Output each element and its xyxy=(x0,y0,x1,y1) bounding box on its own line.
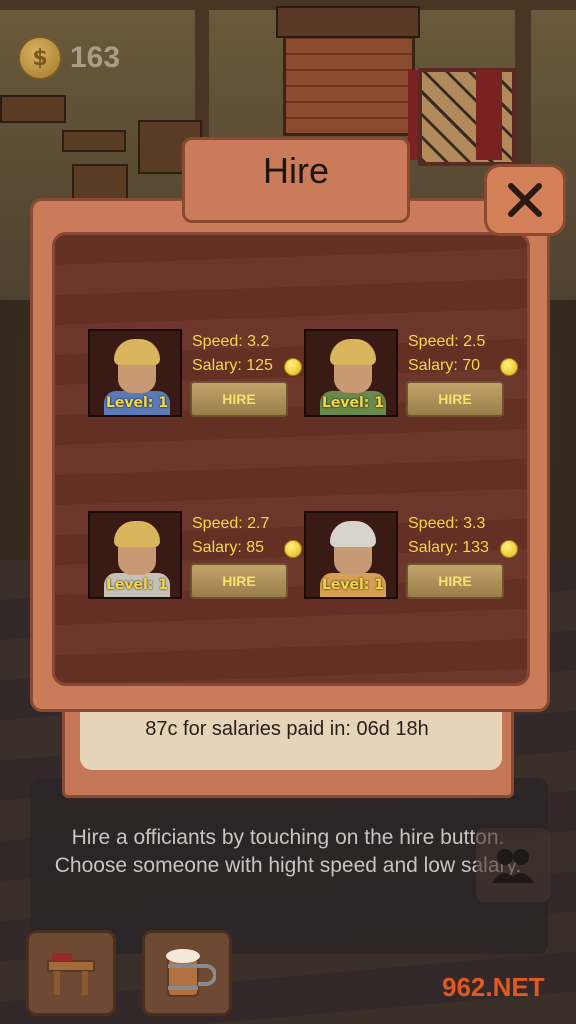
coin-icon: $ xyxy=(18,36,62,80)
hire-button[interactable]: HIRE xyxy=(406,381,504,417)
beer-mug-icon xyxy=(166,949,216,997)
candidate-speed: Speed: 2.5 xyxy=(408,333,486,350)
chimney-top xyxy=(276,6,420,38)
candidate-hair xyxy=(330,521,376,547)
candidate-portrait: Level: 1 xyxy=(88,329,182,417)
candidate-portrait: Level: 1 xyxy=(88,511,182,599)
watermark: 962.NET xyxy=(442,972,545,1002)
hire-dialog-body xyxy=(52,232,530,686)
candidate-hair xyxy=(114,521,160,547)
hire-button[interactable]: HIRE xyxy=(190,563,288,599)
candidate-speed: Speed: 3.2 xyxy=(192,333,270,350)
hire-button[interactable]: HIRE xyxy=(190,381,288,417)
coin-icon xyxy=(284,358,302,376)
candidate-salary: Salary: 133 xyxy=(408,539,489,556)
coin-icon xyxy=(284,540,302,558)
candidate-speed: Speed: 2.7 xyxy=(192,515,270,532)
wall-shelf xyxy=(0,95,66,123)
salary-notice: 87c for salaries paid in: 06d 18h xyxy=(145,718,429,740)
candidate-speed: Speed: 3.3 xyxy=(408,515,486,532)
hire-button[interactable]: HIRE xyxy=(406,563,504,599)
candidate-card: Level: 1 Speed: 3.2 Salary: 125 HIRE xyxy=(88,329,308,423)
coin-icon xyxy=(500,358,518,376)
close-icon xyxy=(508,183,542,217)
dialog-title: Hire xyxy=(262,150,329,191)
candidate-card: Level: 1 Speed: 3.3 Salary: 133 HIRE xyxy=(304,511,524,605)
candidate-level: Level: 1 xyxy=(321,577,385,593)
candidate-card: Level: 1 Speed: 2.7 Salary: 85 HIRE xyxy=(88,511,308,605)
coin-count: 163 xyxy=(70,41,121,74)
candidate-level: Level: 1 xyxy=(105,395,169,411)
candidate-salary: Salary: 85 xyxy=(192,539,265,556)
table-icon xyxy=(47,953,95,995)
furniture-button[interactable] xyxy=(26,930,116,1016)
candidate-salary: Salary: 125 xyxy=(192,357,273,374)
people-button[interactable] xyxy=(476,828,550,902)
people-icon xyxy=(492,849,534,883)
candidate-salary: Salary: 70 xyxy=(408,357,481,374)
hint-text: Hire a officiants by touching on the hir… xyxy=(54,826,522,877)
candidate-portrait: Level: 1 xyxy=(304,329,398,417)
candidate-hair xyxy=(114,339,160,365)
close-button[interactable] xyxy=(484,164,566,236)
candidate-card: Level: 1 Speed: 2.5 Salary: 70 HIRE xyxy=(304,329,524,423)
candidate-hair xyxy=(330,339,376,365)
wall-shelf xyxy=(62,130,126,152)
coin-counter: $ 163 xyxy=(18,36,120,80)
candidate-portrait: Level: 1 xyxy=(304,511,398,599)
candidate-level: Level: 1 xyxy=(321,395,385,411)
coin-icon xyxy=(500,540,518,558)
curtain-right xyxy=(476,70,502,160)
drinks-button[interactable] xyxy=(142,930,232,1016)
candidate-level: Level: 1 xyxy=(105,577,169,593)
